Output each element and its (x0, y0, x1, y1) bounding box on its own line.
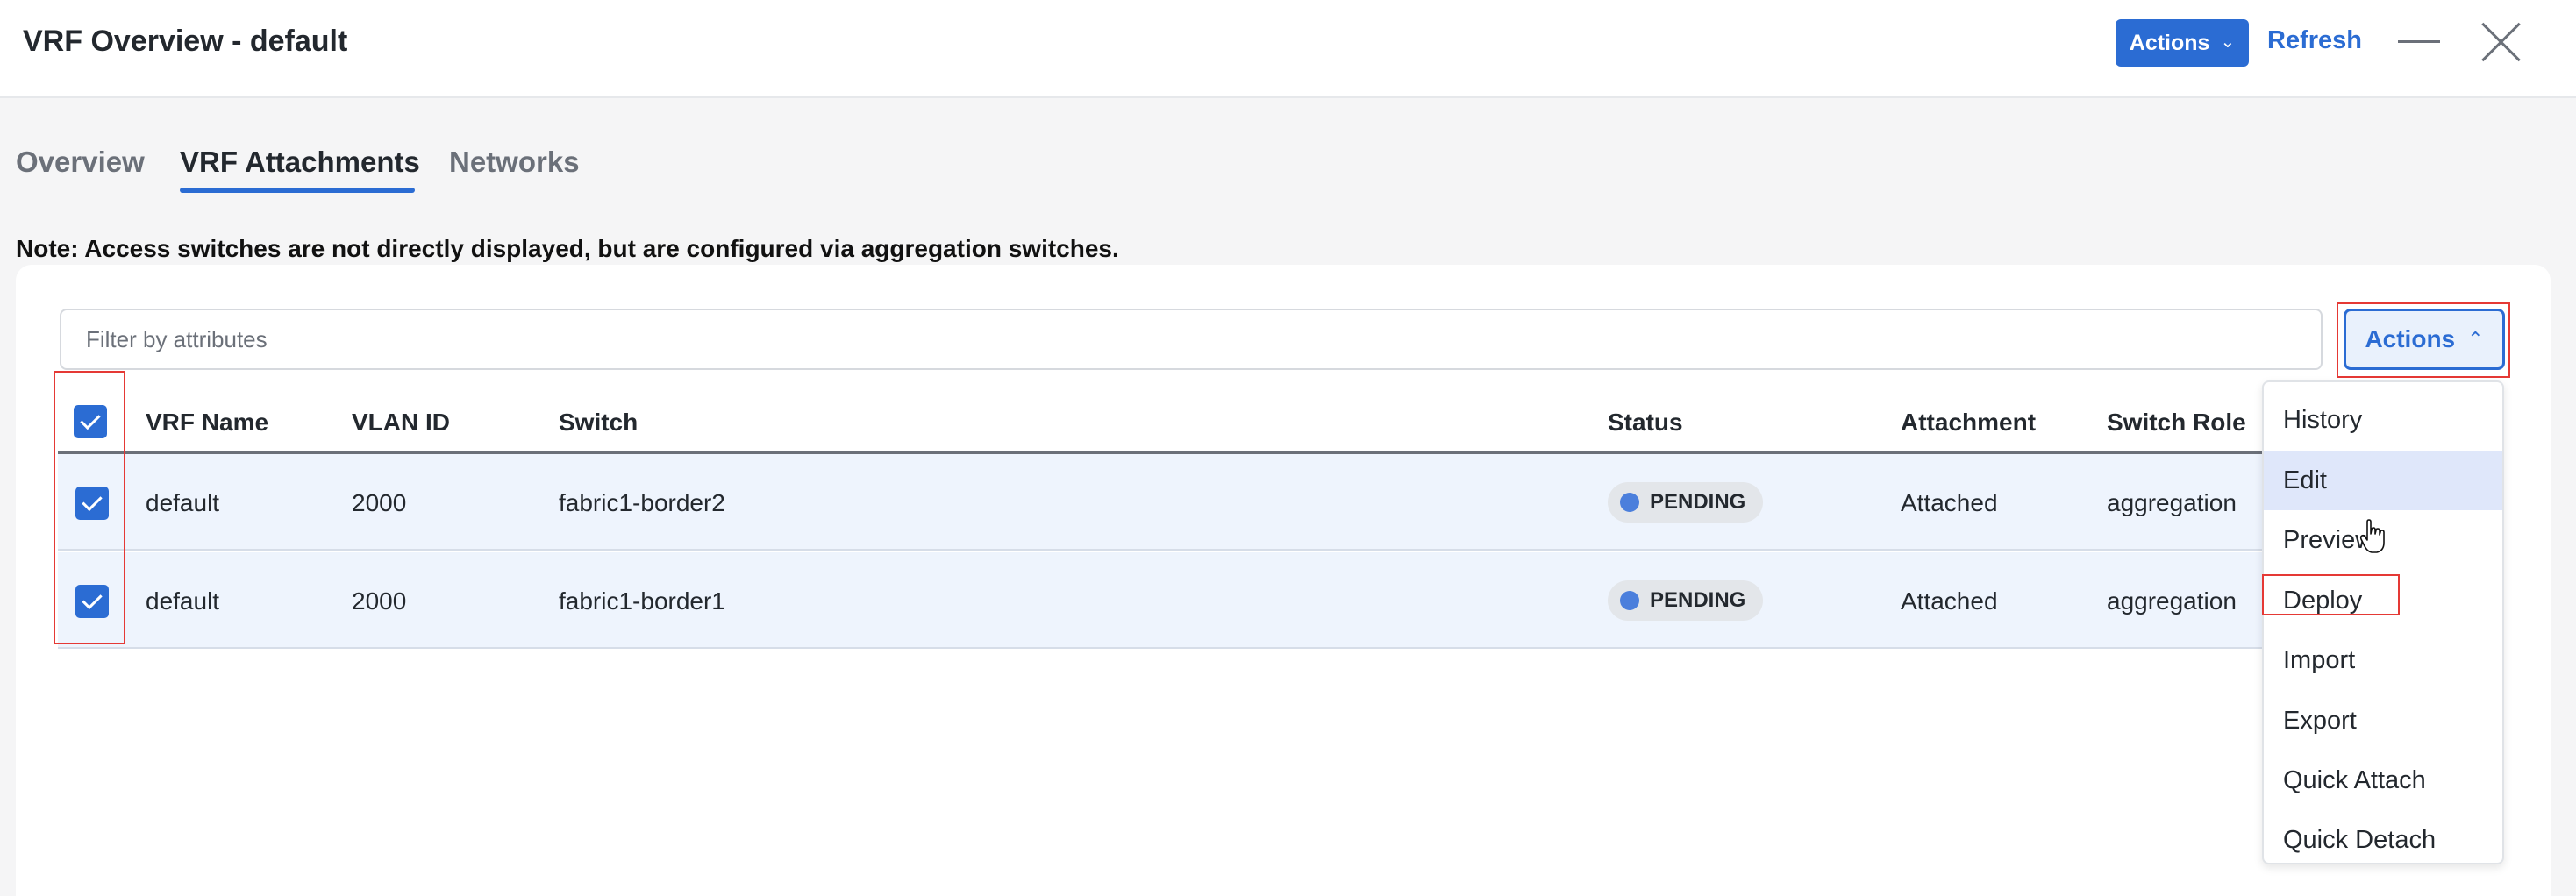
minimize-icon[interactable] (2398, 40, 2440, 43)
access-switch-note: Note: Access switches are not directly d… (16, 235, 1119, 262)
cell-vrf-name: default (146, 587, 220, 615)
cell-attachment: Attached (1901, 587, 1998, 615)
close-icon[interactable] (2480, 21, 2522, 63)
col-attachment[interactable]: Attachment (1901, 409, 2036, 437)
col-status[interactable]: Status (1608, 409, 1683, 437)
menu-item-history[interactable]: History (2264, 390, 2502, 450)
menu-item-quick-detach[interactable]: Quick Detach (2264, 810, 2502, 870)
tab-networks[interactable]: Networks (449, 146, 580, 179)
active-tab-indicator (180, 188, 415, 193)
menu-item-edit[interactable]: Edit (2264, 451, 2502, 510)
tab-vrf-attachments[interactable]: VRF Attachments (180, 146, 420, 179)
header-actions-label: Actions (2129, 30, 2210, 55)
header-actions-button[interactable]: Actions ⌄ (2116, 19, 2249, 67)
chevron-down-icon: ⌄ (2220, 32, 2236, 52)
status-text: PENDING (1650, 588, 1746, 612)
status-dot-icon (1620, 591, 1639, 610)
cell-switch-role: aggregation (2107, 489, 2237, 516)
refresh-button[interactable]: Refresh (2267, 26, 2362, 55)
cell-attachment: Attached (1901, 489, 1998, 516)
filter-input[interactable]: Filter by attributes (60, 309, 2323, 370)
status-badge: PENDING (1608, 580, 1764, 621)
menu-item-import[interactable]: Import (2264, 630, 2502, 690)
highlight-deploy-item (2262, 574, 2400, 615)
highlight-actions-button (2337, 302, 2510, 378)
status-dot-icon (1620, 493, 1639, 512)
col-switch-role[interactable]: Switch Role (2107, 409, 2246, 437)
table-row[interactable]: default 2000 fabric1-border2 PENDING Att… (58, 454, 2273, 551)
col-switch[interactable]: Switch (559, 409, 638, 437)
cell-switch-role: aggregation (2107, 587, 2237, 615)
col-vlan-id[interactable]: VLAN ID (352, 409, 450, 437)
cell-vlan-id: 2000 (352, 587, 407, 615)
table-row[interactable]: default 2000 fabric1-border1 PENDING Att… (58, 552, 2273, 649)
filter-placeholder: Filter by attributes (86, 325, 268, 352)
menu-item-quick-attach[interactable]: Quick Attach (2264, 750, 2502, 810)
status-text: PENDING (1650, 490, 1746, 514)
highlight-checkbox-column (54, 371, 125, 644)
col-vrf-name[interactable]: VRF Name (146, 409, 268, 437)
cell-vlan-id: 2000 (352, 489, 407, 516)
page-title: VRF Overview - default (23, 25, 348, 58)
actions-dropdown-menu: History Edit Preview Deploy Import Expor… (2262, 380, 2504, 864)
cell-switch: fabric1-border1 (559, 587, 725, 615)
status-badge: PENDING (1608, 482, 1764, 523)
hand-cursor-icon (2359, 519, 2385, 553)
menu-item-export[interactable]: Export (2264, 691, 2502, 750)
tab-overview[interactable]: Overview (16, 146, 145, 179)
header-bar: VRF Overview - default Actions ⌄ Refresh (0, 0, 2576, 98)
cell-vrf-name: default (146, 489, 220, 516)
cell-switch: fabric1-border2 (559, 489, 725, 516)
